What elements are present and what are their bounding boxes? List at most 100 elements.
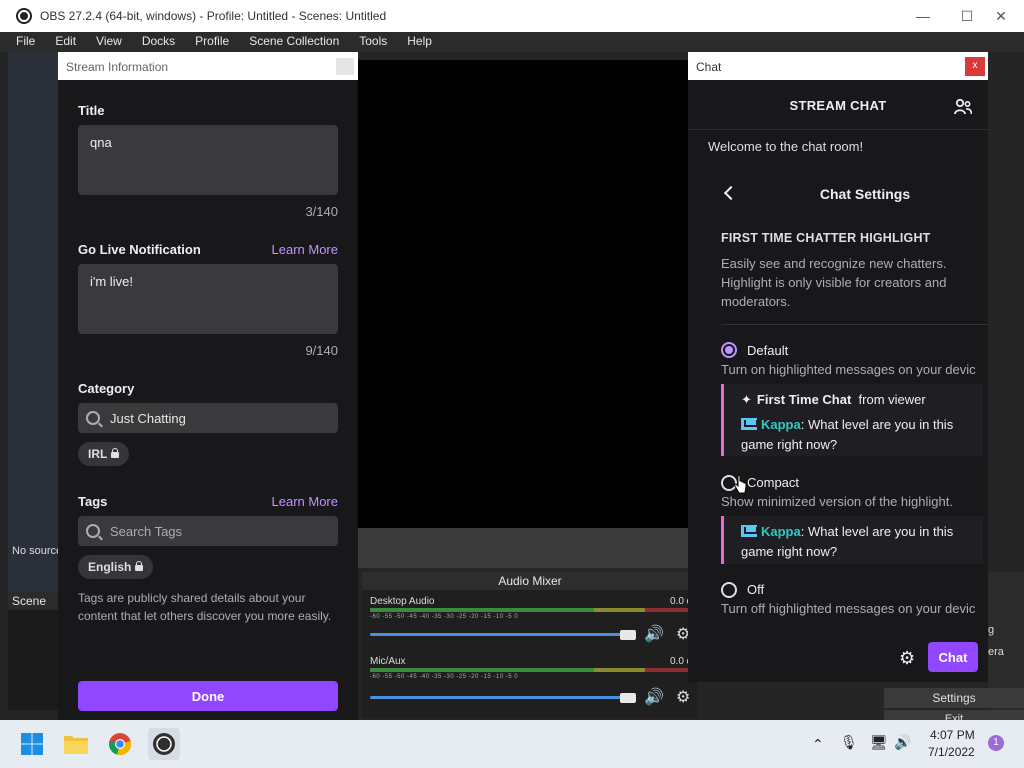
english-tag-label: English <box>88 560 132 574</box>
microphone-icon[interactable]: 🎙 <box>840 734 858 751</box>
from-viewer-label: from viewer <box>858 392 926 407</box>
controls-tab-g[interactable]: g <box>988 624 994 636</box>
audio-mixer-header: Audio Mixer <box>362 572 698 590</box>
mic-aux-volume-slider[interactable] <box>370 696 632 699</box>
sample-message: Kappa: What level are you in this game r… <box>741 415 973 455</box>
menu-scene-collection[interactable]: Scene Collection <box>249 32 347 52</box>
menu-docks[interactable]: Docks <box>142 32 183 52</box>
irl-tag-label: IRL <box>88 447 108 461</box>
chat-close-button[interactable]: x <box>965 57 985 76</box>
chat-send-button[interactable]: Chat <box>928 642 978 672</box>
obs-taskbar-icon[interactable] <box>148 728 180 760</box>
stream-chat-header: STREAM CHAT <box>688 80 988 130</box>
default-highlight-preview: ✦ First Time Chat from viewer Kappa: What… <box>721 384 983 456</box>
title-label: Title <box>78 103 105 118</box>
chat-settings-gear-icon[interactable]: ⚙ <box>899 648 915 669</box>
users-icon[interactable] <box>954 98 972 116</box>
hand-cursor-icon <box>734 474 747 494</box>
track-mic-aux-name: Mic/Aux <box>370 656 406 667</box>
option-compact-desc: Show minimized version of the highlight. <box>721 494 953 509</box>
chat-settings-panel: Chat Settings FIRST TIME CHATTER HIGHLIG… <box>706 170 988 632</box>
stream-info-close-button[interactable] <box>336 58 354 75</box>
chat-title-bar: Chat x <box>688 52 988 80</box>
tag-english: English <box>78 555 154 579</box>
obs-window-title: OBS 27.2.4 (64-bit, windows) - Profile: … <box>40 9 387 23</box>
notification-badge[interactable]: 1 <box>988 735 1004 751</box>
windows-start-icon[interactable] <box>16 728 48 760</box>
option-default-desc: Turn on highlighted messages on your dev… <box>721 362 976 377</box>
close-icon[interactable]: ✕ <box>978 0 1024 32</box>
search-icon <box>86 524 100 538</box>
first-time-chat-line: ✦ First Time Chat from viewer <box>741 390 973 410</box>
speaker-icon[interactable]: 🔊 <box>644 687 664 707</box>
gear-icon[interactable]: ⚙ <box>676 687 690 707</box>
minimize-icon[interactable]: — <box>900 0 946 32</box>
go-live-label: Go Live Notification <box>78 242 201 257</box>
desktop-audio-ticks: -60 -55 -50 -45 -40 -35 -30 -25 -20 -15 … <box>370 614 519 620</box>
radio-default[interactable] <box>721 342 737 358</box>
menu-view[interactable]: View <box>96 32 130 52</box>
category-value: Just Chatting <box>110 410 186 426</box>
lock-icon <box>135 561 144 571</box>
obs-logo-icon <box>16 8 32 24</box>
category-input[interactable]: Just Chatting <box>78 403 338 433</box>
stream-information-window: Stream Information Title qna 3/140 Go Li… <box>58 52 358 720</box>
go-live-learn-more-link[interactable]: Learn More <box>272 242 338 257</box>
windows-taskbar: ⌃ 🎙 🖥 🔊 4:07 PM 7/1/2022 <box>0 720 1024 768</box>
settings-button[interactable]: Settings <box>884 688 1024 708</box>
preview-canvas[interactable] <box>358 60 690 528</box>
obs-title-bar: OBS 27.2.4 (64-bit, windows) - Profile: … <box>0 0 1024 32</box>
sample-username: Kappa <box>761 417 801 432</box>
scene-list[interactable] <box>8 610 58 710</box>
menu-profile[interactable]: Profile <box>195 32 237 52</box>
menu-tools[interactable]: Tools <box>359 32 395 52</box>
speaker-icon[interactable]: 🔊 <box>644 624 664 644</box>
divider <box>721 324 988 325</box>
volume-icon[interactable]: 🔊 <box>894 734 911 751</box>
tags-label: Tags <box>78 494 108 509</box>
menu-file[interactable]: File <box>16 32 43 52</box>
no-source-label: No source <box>12 545 63 557</box>
menu-edit[interactable]: Edit <box>55 32 84 52</box>
first-time-chatter-description: Easily see and recognize new chatters. H… <box>721 256 947 309</box>
scene-dock-header: Scene <box>8 592 58 610</box>
chevron-up-icon[interactable]: ⌃ <box>812 736 824 753</box>
menu-help[interactable]: Help <box>407 32 440 52</box>
network-icon[interactable]: 🖥 <box>870 734 888 751</box>
desktop-audio-slider-thumb[interactable] <box>620 630 636 640</box>
clock-date[interactable]: 7/1/2022 <box>928 745 975 759</box>
controls-tab-era[interactable]: era <box>988 646 1004 658</box>
title-input[interactable]: qna <box>78 125 338 195</box>
option-off-desc: Turn off highlighted messages on your de… <box>721 601 976 616</box>
mic-aux-slider-thumb[interactable] <box>620 693 636 703</box>
tags-learn-more-link[interactable]: Learn More <box>272 494 338 509</box>
chrome-icon[interactable] <box>104 728 136 760</box>
track-desktop-audio-name: Desktop Audio <box>370 596 435 607</box>
sparkle-icon: ✦ <box>741 392 752 407</box>
tags-search-input[interactable]: Search Tags <box>78 516 338 546</box>
preview-toolbar <box>358 528 690 568</box>
done-button[interactable]: Done <box>78 681 338 711</box>
clock-time[interactable]: 4:07 PM <box>930 728 975 742</box>
desktop-audio-volume-slider[interactable] <box>370 633 632 636</box>
chat-window: Chat x STREAM CHAT Welcome to the chat r… <box>688 52 988 682</box>
compact-highlight-preview: Kappa: What level are you in this game r… <box>721 516 983 564</box>
radio-off[interactable] <box>721 582 737 598</box>
stream-info-window-title: Stream Information <box>66 60 169 74</box>
file-explorer-icon[interactable] <box>60 728 92 760</box>
chat-settings-title: Chat Settings <box>819 186 911 202</box>
sample-username: Kappa <box>761 524 801 539</box>
category-tag-irl: IRL <box>78 442 130 466</box>
audio-mixer-panel: Desktop Audio 0.0 d -60 -55 -50 -45 -40 … <box>362 590 698 718</box>
desktop-audio-meter <box>370 608 690 612</box>
tags-search-placeholder: Search Tags <box>110 523 183 539</box>
go-live-char-count: 9/140 <box>305 343 338 358</box>
search-icon <box>86 411 100 425</box>
first-time-chatter-heading: FIRST TIME CHATTER HIGHLIGHT <box>721 231 931 245</box>
sample-message: Kappa: What level are you in this game r… <box>741 522 973 562</box>
chat-window-title: Chat <box>696 60 722 74</box>
go-live-input[interactable]: i'm live! <box>78 264 338 334</box>
lock-icon <box>111 448 120 458</box>
category-label: Category <box>78 381 135 396</box>
kappa-badge-icon <box>741 525 758 537</box>
